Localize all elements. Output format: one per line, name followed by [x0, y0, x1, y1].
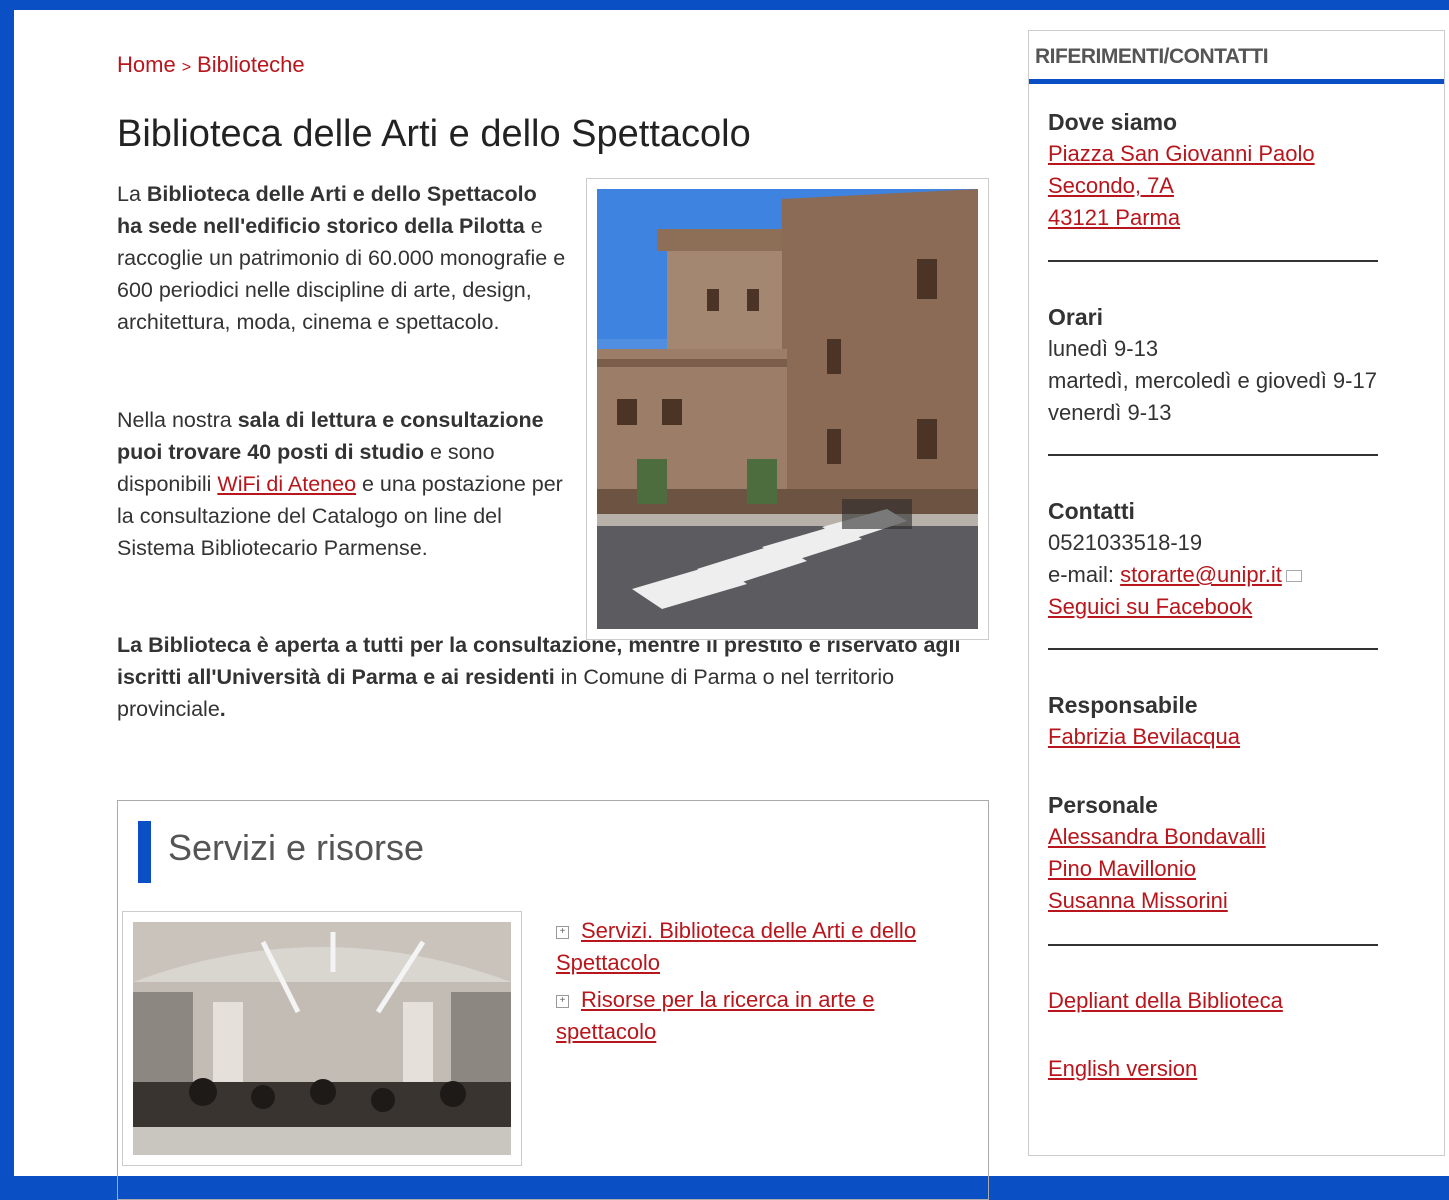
intro-paragraph-1: La Biblioteca delle Arti e dello Spettac… — [117, 178, 567, 338]
manager-link[interactable]: Fabrizia Bevilacqua — [1048, 724, 1240, 749]
library-building-photo — [586, 178, 989, 640]
depliant-section: Depliant della Biblioteca — [1048, 985, 1283, 1017]
where-section: Dove siamo Piazza San Giovanni Paolo Sec… — [1048, 106, 1315, 234]
services-box: Servizi e risorse — [117, 800, 989, 1200]
intro-paragraph-2: Nella nostra sala di lettura e consultaz… — [117, 404, 567, 564]
sidebar-heading-rule — [1029, 79, 1444, 84]
hours-line: venerdì 9-13 — [1048, 397, 1377, 429]
breadcrumb-separator: > — [182, 59, 191, 76]
list-item: +Servizi. Biblioteca delle Arti e dello … — [556, 915, 976, 979]
staff-link[interactable]: Pino Mavillonio — [1048, 856, 1196, 881]
staff-section: Personale Alessandra Bondavalli Pino Mav… — [1048, 789, 1266, 917]
intro-text: La — [117, 182, 147, 206]
staff-link[interactable]: Alessandra Bondavalli — [1048, 824, 1266, 849]
address-link[interactable]: Secondo, 7A — [1048, 173, 1174, 198]
list-item: +Risorse per la ricerca in arte e spetta… — [556, 984, 976, 1048]
depliant-link[interactable]: Depliant della Biblioteca — [1048, 988, 1283, 1013]
intro-bold-text: . — [220, 697, 226, 721]
address-link[interactable]: 43121 Parma — [1048, 205, 1180, 230]
contacts-section: Contatti 0521033518-19 e-mail: storarte@… — [1048, 495, 1302, 623]
facebook-link[interactable]: Seguici su Facebook — [1048, 594, 1252, 619]
sidebar: RIFERIMENTI/CONTATTI Dove siamo Piazza S… — [1028, 30, 1445, 1156]
where-title: Dove siamo — [1048, 106, 1315, 138]
services-heading: Servizi e risorse — [168, 827, 424, 869]
expand-plus-icon: + — [556, 926, 569, 939]
wifi-link[interactable]: WiFi di Ateneo — [217, 472, 356, 496]
page-title: Biblioteca delle Arti e dello Spettacolo — [117, 113, 751, 156]
divider — [1048, 944, 1378, 946]
manager-title: Responsabile — [1048, 689, 1240, 721]
hours-line: lunedì 9-13 — [1048, 333, 1377, 365]
intro-text: Nella nostra — [117, 408, 238, 432]
divider — [1048, 454, 1378, 456]
english-section: English version — [1048, 1053, 1197, 1085]
email-link[interactable]: storarte@unipr.it — [1120, 562, 1282, 587]
address-link[interactable]: Piazza San Giovanni Paolo — [1048, 141, 1315, 166]
intro-bold-text: Biblioteca delle Arti e dello Spettacolo… — [117, 182, 537, 238]
page-frame: Home > Biblioteche Biblioteca delle Arti e… — [14, 10, 1449, 1176]
phone-number: 0521033518-19 — [1048, 527, 1302, 559]
services-links: +Servizi. Biblioteca delle Arti e dello … — [556, 915, 976, 1053]
manager-section: Responsabile Fabrizia Bevilacqua — [1048, 689, 1240, 753]
sidebar-heading: RIFERIMENTI/CONTATTI — [1035, 45, 1268, 69]
hours-title: Orari — [1048, 301, 1377, 333]
expand-plus-icon: + — [556, 995, 569, 1008]
reading-room-photo — [122, 911, 522, 1166]
section-accent-bar — [138, 821, 151, 883]
breadcrumb: Home > Biblioteche — [117, 52, 305, 78]
email-label: e-mail: — [1048, 562, 1120, 587]
divider — [1048, 260, 1378, 262]
breadcrumb-current-link[interactable]: Biblioteche — [197, 52, 305, 77]
divider — [1048, 648, 1378, 650]
english-version-link[interactable]: English version — [1048, 1056, 1197, 1081]
intro-paragraph-3: La Biblioteca è aperta a tutti per la co… — [117, 629, 987, 725]
contacts-title: Contatti — [1048, 495, 1302, 527]
staff-title: Personale — [1048, 789, 1266, 821]
resources-link[interactable]: Risorse per la ricerca in arte e spettac… — [556, 987, 874, 1044]
staff-link[interactable]: Susanna Missorini — [1048, 888, 1228, 913]
mail-icon — [1286, 570, 1302, 582]
hours-line: martedì, mercoledì e giovedì 9-17 — [1048, 365, 1377, 397]
hours-section: Orari lunedì 9-13 martedì, mercoledì e g… — [1048, 301, 1377, 429]
services-link[interactable]: Servizi. Biblioteca delle Arti e dello S… — [556, 918, 916, 975]
breadcrumb-home-link[interactable]: Home — [117, 52, 176, 77]
email-row: e-mail: storarte@unipr.it — [1048, 559, 1302, 591]
